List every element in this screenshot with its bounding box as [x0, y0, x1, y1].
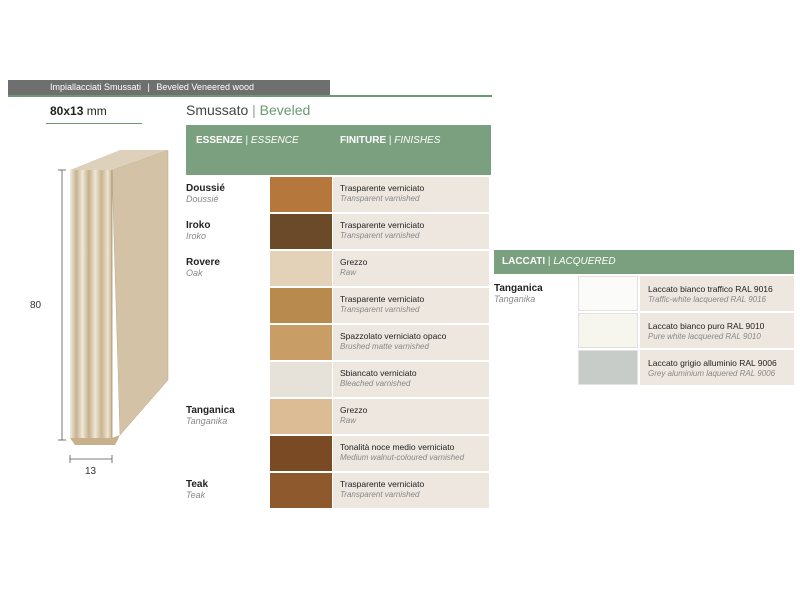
- finish-name: Grezzo: [340, 257, 368, 267]
- wood-swatch: [270, 177, 332, 212]
- lacquer-name: Laccato bianco traffico RAL 9016: [648, 284, 773, 294]
- essence-name: Tanganica: [186, 405, 235, 416]
- finish-header-separator: |: [388, 135, 392, 146]
- width-label: 13: [85, 466, 97, 477]
- wood-swatch: [270, 325, 332, 360]
- lacquer-name-en: Grey aluminium laquered RAL 9006: [648, 369, 776, 378]
- finish-name-en: Transparent varnished: [340, 231, 420, 240]
- essence-name: Iroko: [186, 220, 211, 231]
- lacquer-name: Laccato bianco puro RAL 9010: [648, 321, 765, 331]
- dimension-size: 80x13: [50, 104, 84, 118]
- lacquered-header: LACCATI | LACQUERED: [494, 250, 794, 274]
- category-it: Impiallacciati Smussati: [50, 82, 142, 92]
- header-divider: [8, 95, 492, 97]
- finish-header-it: FINITURE: [340, 135, 387, 146]
- lacquer-name: Laccato grigio alluminio RAL 9006: [648, 358, 777, 368]
- essence-name-en: Teak: [186, 490, 206, 500]
- essence-column-header: ESSENZE | ESSENCE: [196, 135, 299, 146]
- finish-name: Trasparente verniciato: [340, 220, 425, 230]
- section-title-en: Beveled: [259, 102, 311, 118]
- essence-name: Rovere: [186, 257, 220, 268]
- finish-name-en: Brushed matte varnished: [340, 342, 429, 351]
- finish-name-en: Transparent varnished: [340, 194, 420, 203]
- lacquer-swatch: [578, 276, 638, 311]
- essence-finish-header: ESSENZE | ESSENCE FINITURE | FINISHES: [186, 125, 491, 175]
- category-bar: Impiallacciati Smussati | Beveled Veneer…: [8, 80, 330, 95]
- lacquered-header-en: LACQUERED: [553, 256, 616, 267]
- finish-name-en: Bleached varnished: [340, 379, 411, 388]
- finish-header-en: FINISHES: [394, 135, 441, 146]
- essence-name: Doussié: [186, 183, 225, 194]
- essence-name: Teak: [186, 479, 209, 490]
- finish-name-en: Transparent varnished: [340, 305, 420, 314]
- wood-swatch: [270, 362, 332, 397]
- dimension-underline: [46, 123, 142, 124]
- dimension-unit: mm: [86, 104, 107, 118]
- profile-core: [70, 170, 112, 438]
- dimension-title: 80x13 mm: [50, 104, 107, 118]
- section-title: Smussato | Beveled: [186, 102, 310, 118]
- finish-name: Sbiancato verniciato: [340, 368, 417, 378]
- lacquered-header-it: LACCATI: [502, 256, 546, 267]
- essence-name-en: Oak: [186, 268, 203, 278]
- finish-name: Spazzolato verniciato opaco: [340, 331, 447, 341]
- profile-side-face: [111, 149, 169, 436]
- lacquer-name-en: Traffic-white lacquered RAL 9016: [648, 295, 766, 304]
- section-title-separator: |: [252, 102, 256, 118]
- profile-drawing: [58, 149, 169, 463]
- finish-name: Trasparente verniciato: [340, 479, 425, 489]
- lacquer-name-en: Pure white lacquered RAL 9010: [648, 332, 761, 341]
- finish-name: Grezzo: [340, 405, 368, 415]
- finish-name: Trasparente verniciato: [340, 183, 425, 193]
- finish-name: Tonalità noce medio verniciato: [340, 442, 455, 452]
- lacquered-essence-it: Tanganica: [494, 283, 543, 294]
- height-label: 80: [30, 300, 42, 311]
- category-separator: |: [147, 82, 150, 92]
- essence-header-separator: |: [245, 135, 249, 146]
- wood-swatch: [270, 436, 332, 471]
- finish-name-en: Transparent varnished: [340, 490, 420, 499]
- finish-name-en: Medium walnut-coloured varnished: [340, 453, 465, 462]
- lacquer-swatch: [578, 313, 638, 348]
- wood-swatch: [270, 251, 332, 286]
- wood-swatch: [270, 214, 332, 249]
- finish-name: Trasparente verniciato: [340, 294, 425, 304]
- essence-name-en: Doussié: [186, 194, 219, 204]
- finish-name-en: Raw: [340, 416, 357, 425]
- section-title-it: Smussato: [186, 102, 249, 118]
- wood-swatch: [270, 399, 332, 434]
- essence-name-en: Iroko: [186, 231, 207, 241]
- finish-column-header: FINITURE | FINISHES: [340, 135, 440, 146]
- lacquered-essence-en: Tanganika: [494, 294, 536, 304]
- lacquer-swatch: [578, 350, 638, 385]
- category-en: Beveled Veneered wood: [156, 82, 254, 92]
- essence-header-en: ESSENCE: [250, 135, 299, 146]
- wood-swatch: [270, 473, 332, 508]
- essence-header-it: ESSENZE: [196, 135, 243, 146]
- wood-swatch: [270, 288, 332, 323]
- essence-name-en: Tanganika: [186, 416, 228, 426]
- lacquered-header-separator: |: [547, 256, 551, 267]
- finish-name-en: Raw: [340, 268, 357, 277]
